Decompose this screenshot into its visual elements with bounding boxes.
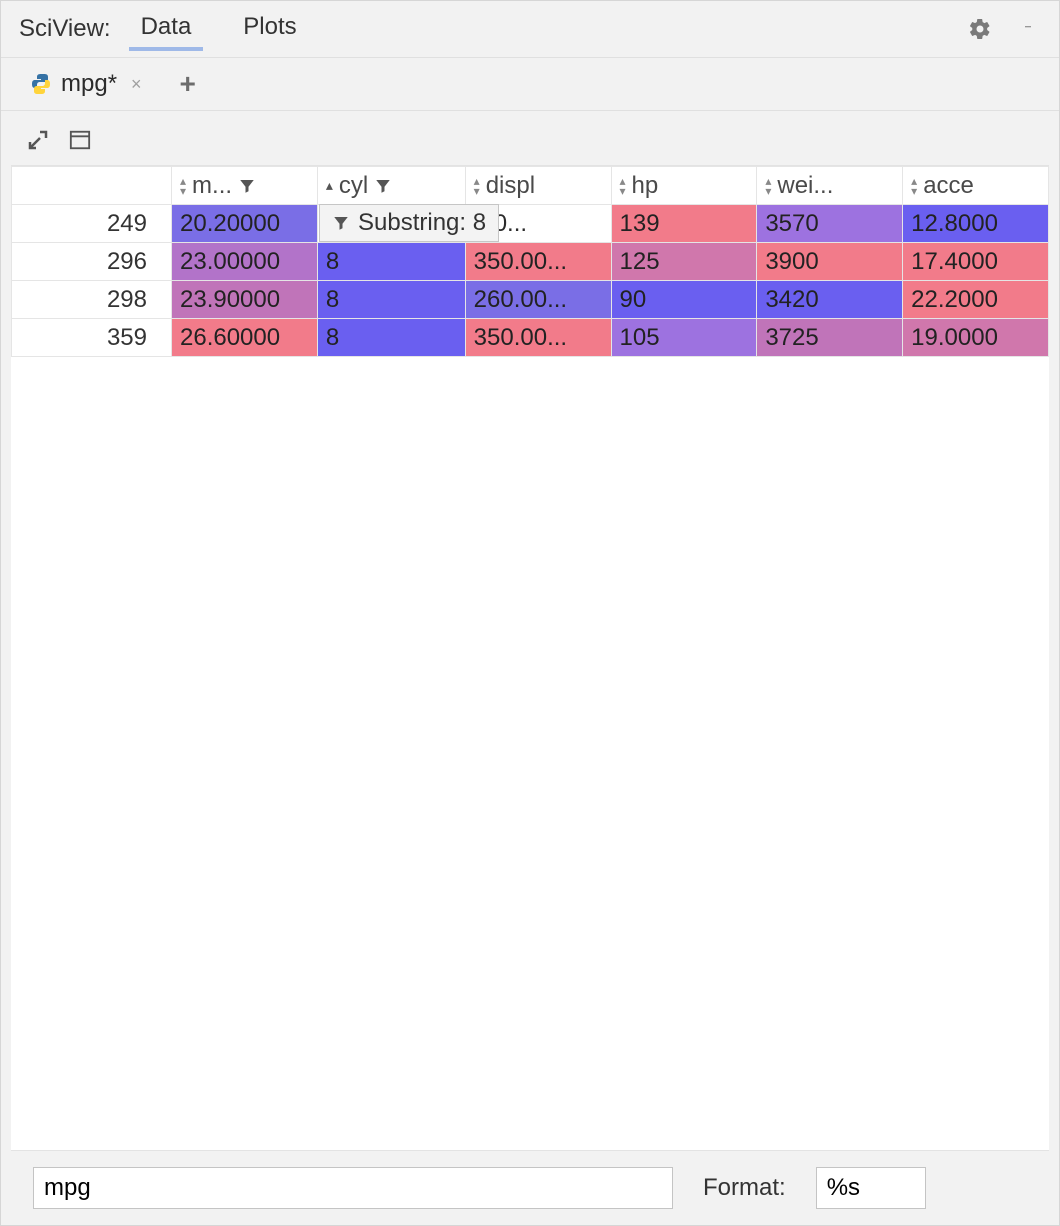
data-cell[interactable]: 350.00... xyxy=(465,243,611,281)
col-displ[interactable]: ▴▾ displ xyxy=(465,167,611,205)
close-tab-icon[interactable]: × xyxy=(131,74,142,95)
file-tab-label: mpg* xyxy=(61,70,117,98)
data-cell[interactable]: 3420 xyxy=(757,281,903,319)
header-row: ▴▾ m... ▴ cyl ▴▾ displ xyxy=(12,167,1049,205)
data-cell[interactable]: 90 xyxy=(611,281,757,319)
format-input[interactable] xyxy=(816,1167,926,1209)
data-cell[interactable]: 8 xyxy=(317,243,465,281)
python-icon xyxy=(29,72,53,96)
panel-title: SciView: xyxy=(19,15,111,43)
data-cell[interactable]: 20.20000 xyxy=(172,205,318,243)
data-table: ▴▾ m... ▴ cyl ▴▾ displ xyxy=(11,166,1049,357)
panel-header: SciView: Data Plots xyxy=(1,1,1059,58)
data-cell[interactable]: 17.4000 xyxy=(903,243,1049,281)
col-cyl[interactable]: ▴ cyl xyxy=(317,167,465,205)
col-wei[interactable]: ▴▾ wei... xyxy=(757,167,903,205)
sort-icon: ▴▾ xyxy=(911,176,917,196)
header-icon-group xyxy=(967,16,1041,42)
minimize-icon[interactable] xyxy=(1015,16,1041,42)
data-cell[interactable]: 139 xyxy=(611,205,757,243)
row-index-cell[interactable]: 296 xyxy=(12,243,172,281)
data-cell[interactable]: 23.90000 xyxy=(172,281,318,319)
col-acc-label: acce xyxy=(923,172,974,200)
data-cell[interactable]: 8 xyxy=(317,281,465,319)
sciview-panel: SciView: Data Plots mpg* × + xyxy=(0,0,1060,1226)
data-table-area: ▴▾ m... ▴ cyl ▴▾ displ xyxy=(11,165,1049,1151)
add-tab-icon[interactable]: + xyxy=(180,68,196,100)
data-cell[interactable]: 23.00000 xyxy=(172,243,318,281)
row-index-cell[interactable]: 298 xyxy=(12,281,172,319)
data-toolbar xyxy=(11,123,1049,165)
row-index-cell[interactable]: 249 xyxy=(12,205,172,243)
format-label: Format: xyxy=(703,1174,786,1202)
data-cell[interactable]: 260.00... xyxy=(465,281,611,319)
col-hp[interactable]: ▴▾ hp xyxy=(611,167,757,205)
popup-icon[interactable] xyxy=(25,127,51,153)
sort-asc-icon: ▴ xyxy=(326,177,333,194)
data-cell[interactable]: 3570 xyxy=(757,205,903,243)
tab-plots[interactable]: Plots xyxy=(231,7,308,51)
file-tab-row: mpg* × + xyxy=(1,58,1059,111)
col-acc[interactable]: ▴▾ acce xyxy=(903,167,1049,205)
col-displ-label: displ xyxy=(486,172,535,200)
col-mpg-label: m... xyxy=(192,172,232,200)
data-cell[interactable]: 3900 xyxy=(757,243,903,281)
col-cyl-label: cyl xyxy=(339,172,368,200)
data-cell[interactable]: 350.00... xyxy=(465,319,611,357)
table-row[interactable]: 35926.600008350.00...105372519.0000 xyxy=(12,319,1049,357)
expression-input[interactable] xyxy=(33,1167,673,1209)
data-cell[interactable]: 12.8000 xyxy=(903,205,1049,243)
table-row[interactable]: 24920.200008.00...139357012.8000 xyxy=(12,205,1049,243)
col-index[interactable] xyxy=(12,167,172,205)
data-cell[interactable]: 19.0000 xyxy=(903,319,1049,357)
row-index-cell[interactable]: 359 xyxy=(12,319,172,357)
window-icon[interactable] xyxy=(67,127,93,153)
view-tabs: Data Plots xyxy=(129,7,967,51)
data-cell[interactable]: 8 xyxy=(317,319,465,357)
filter-icon[interactable] xyxy=(238,177,256,195)
sort-icon: ▴▾ xyxy=(765,176,771,196)
gear-icon[interactable] xyxy=(967,16,993,42)
data-cell[interactable]: 3725 xyxy=(757,319,903,357)
filter-tooltip: Substring: 8 xyxy=(319,204,499,242)
col-mpg[interactable]: ▴▾ m... xyxy=(172,167,318,205)
data-cell[interactable]: 105 xyxy=(611,319,757,357)
col-hp-label: hp xyxy=(632,172,659,200)
bottom-bar: Format: xyxy=(11,1151,1049,1225)
data-cell[interactable]: 26.60000 xyxy=(172,319,318,357)
sort-icon: ▴▾ xyxy=(180,176,186,196)
data-cell[interactable]: 22.2000 xyxy=(903,281,1049,319)
file-tab-mpg[interactable]: mpg* × xyxy=(19,66,152,102)
tooltip-text: Substring: 8 xyxy=(358,209,486,237)
data-area: ▴▾ m... ▴ cyl ▴▾ displ xyxy=(1,111,1059,1225)
sort-icon: ▴▾ xyxy=(474,176,480,196)
filter-icon[interactable] xyxy=(374,177,392,195)
col-wei-label: wei... xyxy=(777,172,833,200)
table-row[interactable]: 29623.000008350.00...125390017.4000 xyxy=(12,243,1049,281)
data-cell[interactable]: 125 xyxy=(611,243,757,281)
filter-icon xyxy=(332,214,350,232)
tab-data[interactable]: Data xyxy=(129,7,204,51)
table-row[interactable]: 29823.900008260.00...90342022.2000 xyxy=(12,281,1049,319)
sort-icon: ▴▾ xyxy=(620,176,626,196)
